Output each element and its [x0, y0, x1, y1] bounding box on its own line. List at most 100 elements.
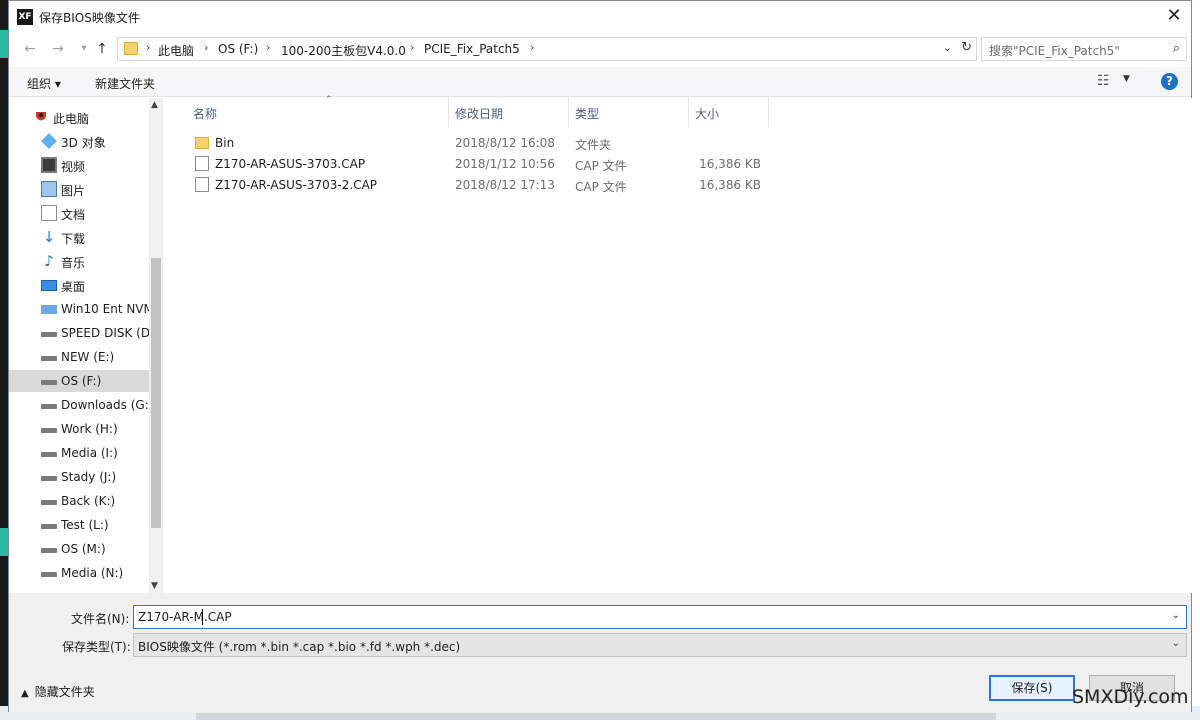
chevron-right-icon[interactable]: ›	[530, 41, 534, 54]
nav-item-label: Back (K:)	[61, 494, 116, 508]
nav-scrollbar[interactable]: ▲ ▼	[149, 98, 163, 593]
nav-item[interactable]: SPEED DISK (D	[9, 322, 149, 344]
nav-item[interactable]: 视频	[9, 154, 149, 176]
nav-item[interactable]: Media (N:)	[9, 562, 149, 584]
file-size: 16,386 KB	[699, 178, 761, 192]
filetype-value: BIOS映像文件 (*.rom *.bin *.cap *.bio *.fd *…	[138, 640, 461, 654]
nav-item[interactable]: Media (I:)	[9, 442, 149, 464]
save-button[interactable]: 保存(S)	[989, 675, 1075, 701]
chevron-right-icon[interactable]: ›	[204, 41, 208, 54]
file-row[interactable]: Z170-AR-ASUS-3703.CAP 2018/1/12 10:56 CAP …	[189, 153, 769, 174]
chevron-down-icon[interactable]: ▼	[1123, 74, 1130, 84]
nav-item-label: 桌面	[61, 280, 86, 294]
dialog-title: 保存BIOS映像文件	[39, 11, 140, 25]
file-row[interactable]: Bin 2018/8/12 16:08 文件夹	[189, 132, 769, 153]
hide-folders-toggle[interactable]: ▲ 隐藏文件夹	[21, 683, 95, 700]
chevron-up-icon: ▲	[21, 688, 29, 699]
save-file-dialog: XF 保存BIOS映像文件 ✕ ← → ▾ ↑ › 此电脑 › OS (F:) …	[8, 0, 1193, 713]
nav-item[interactable]: 桌面	[9, 274, 149, 296]
nav-item[interactable]: Win10 Ent NVM	[9, 298, 149, 320]
nav-item[interactable]: Stady (J:)	[9, 466, 149, 488]
search-icon[interactable]: ⌕	[1173, 41, 1180, 56]
music-icon: ♪	[44, 252, 54, 270]
chevron-right-icon[interactable]: ›	[146, 41, 150, 54]
new-folder-button[interactable]: 新建文件夹	[95, 75, 155, 92]
column-header-type[interactable]: 类型	[569, 98, 689, 126]
nav-item[interactable]: Downloads (G:	[9, 394, 149, 416]
nav-item-label: Work (H:)	[61, 422, 118, 436]
this-pc-icon	[33, 109, 49, 125]
filetype-select[interactable]: BIOS映像文件 (*.rom *.bin *.cap *.bio *.fd *…	[133, 633, 1187, 657]
nav-item[interactable]: Test (L:)	[9, 514, 149, 536]
file-name: Z170-AR-ASUS-3703.CAP	[215, 157, 366, 171]
nav-item[interactable]: ↓ 下载	[9, 226, 149, 248]
drive-icon	[41, 332, 57, 337]
nav-item[interactable]: 文档	[9, 202, 149, 224]
command-bar: 组织 ▾ 新建文件夹 ☷ ▼ ?	[9, 67, 1191, 97]
nav-item[interactable]: 图片	[9, 178, 149, 200]
background-app-accent	[0, 528, 8, 556]
nav-item-label: NEW (E:)	[61, 350, 115, 364]
scroll-up-icon[interactable]: ▲	[151, 100, 158, 110]
nav-item[interactable]: OS (F:)	[9, 370, 149, 392]
filetype-label: 保存类型(T):	[62, 640, 131, 654]
filename-value[interactable]: Z170-AR-M.CAP	[138, 610, 232, 624]
forward-button[interactable]: →	[47, 39, 69, 59]
file-name: Z170-AR-ASUS-3703-2.CAP	[215, 178, 378, 192]
column-header-date[interactable]: 修改日期	[449, 98, 569, 126]
title-bar: XF 保存BIOS映像文件 ✕	[9, 1, 1191, 33]
nav-item[interactable]: OS (M:)	[9, 538, 149, 560]
nav-item-label: OS (F:)	[61, 374, 102, 388]
chevron-down-icon[interactable]: ⌄	[1172, 638, 1180, 649]
chevron-right-icon[interactable]: ›	[266, 41, 270, 54]
filename-label: 文件名(N):	[71, 612, 130, 626]
filename-field[interactable]: Z170-AR-M.CAP ⌄	[133, 605, 1187, 629]
hide-folders-label: 隐藏文件夹	[34, 685, 95, 699]
drive-icon	[41, 476, 57, 481]
address-bar[interactable]: › 此电脑 › OS (F:) › 100-200主板包V4.0.0 › PCI…	[117, 37, 977, 61]
breadcrumb-this-pc[interactable]: 此电脑	[158, 42, 194, 59]
nav-item-label: 3D 对象	[61, 136, 106, 150]
breadcrumb-folder[interactable]: 100-200主板包V4.0.0	[281, 42, 406, 59]
chevron-right-icon[interactable]: ›	[410, 41, 414, 54]
nav-item[interactable]: Work (H:)	[9, 418, 149, 440]
up-button[interactable]: ↑	[91, 39, 113, 59]
column-header-size[interactable]: 大小	[689, 98, 769, 126]
nav-item[interactable]: 3D 对象	[9, 130, 149, 152]
nav-item-label: SPEED DISK (D	[61, 326, 149, 340]
help-icon[interactable]: ?	[1161, 73, 1178, 90]
drive-icon	[41, 548, 57, 553]
nav-item-label: 图片	[61, 184, 86, 198]
folder-icon	[195, 137, 209, 149]
app-icon: XF	[17, 9, 33, 25]
column-header-name[interactable]: 名称 ⌃	[187, 95, 449, 126]
chevron-down-icon[interactable]: ⌄	[1172, 610, 1180, 621]
refresh-icon[interactable]: ↻	[961, 40, 972, 55]
drive-icon	[41, 356, 57, 361]
save-panel: 文件名(N): Z170-AR-M.CAP ⌄ 保存类型(T): BIOS映像文…	[9, 593, 1191, 713]
file-row[interactable]: Z170-AR-ASUS-3703-2.CAP 2018/8/12 17:13 CA…	[189, 174, 769, 195]
drive-icon	[41, 428, 57, 433]
search-placeholder: 搜索"PCIE_Fix_Patch5"	[989, 44, 1120, 58]
breadcrumb-drive[interactable]: OS (F:)	[218, 42, 258, 56]
breadcrumb-current-folder[interactable]: PCIE_Fix_Patch5	[424, 42, 520, 56]
view-options-icon[interactable]: ☷	[1097, 73, 1110, 89]
scrollbar-thumb[interactable]	[151, 258, 161, 528]
search-input[interactable]: 搜索"PCIE_Fix_Patch5" ⌕	[981, 37, 1187, 61]
3d-objects-icon	[41, 133, 57, 149]
documents-icon	[41, 205, 57, 221]
nav-item[interactable]: 此电脑	[9, 106, 149, 128]
nav-item[interactable]: ♪ 音乐	[9, 250, 149, 272]
nav-item[interactable]: Back (K:)	[9, 490, 149, 512]
scroll-down-icon[interactable]: ▼	[151, 581, 158, 591]
chevron-down-icon[interactable]: ⌄	[943, 41, 952, 54]
download-icon: ↓	[42, 228, 56, 246]
file-name: Bin	[215, 136, 235, 150]
drive-icon	[41, 524, 57, 529]
nav-item-label: Media (N:)	[61, 566, 124, 580]
nav-item-label: Downloads (G:	[61, 398, 149, 412]
nav-item[interactable]: NEW (E:)	[9, 346, 149, 368]
back-button[interactable]: ←	[19, 39, 41, 59]
organize-menu[interactable]: 组织 ▾	[27, 75, 61, 92]
close-button[interactable]: ✕	[1157, 1, 1191, 31]
